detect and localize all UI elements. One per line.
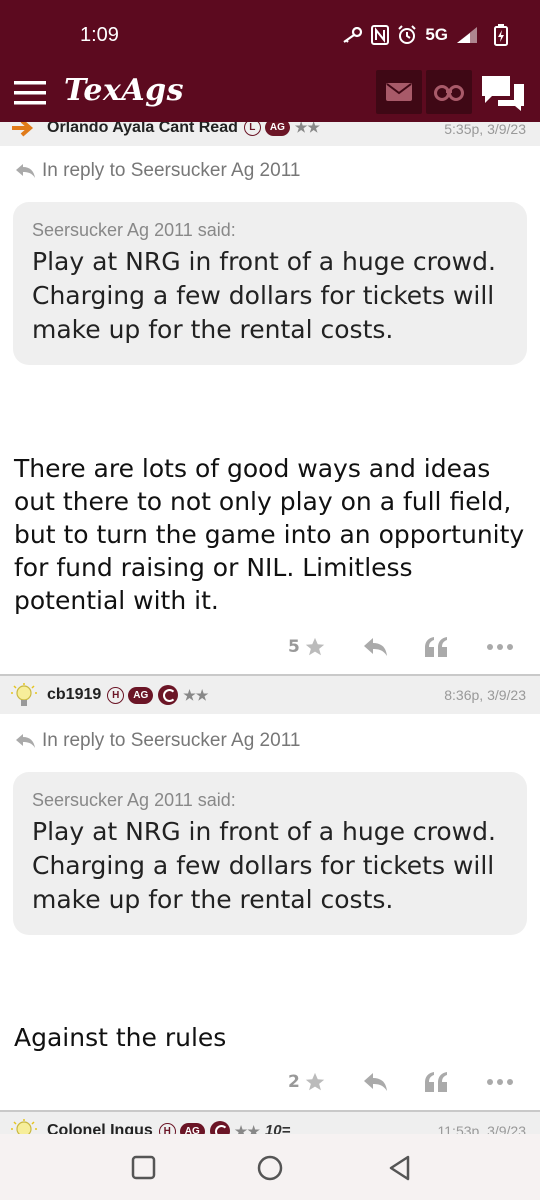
home-icon[interactable]: [256, 1154, 284, 1182]
lightbulb-icon: [11, 683, 37, 706]
reply-to-text[interactable]: In reply to Seersucker Ag 2011: [42, 730, 300, 752]
chat-bubbles-icon: [482, 76, 524, 111]
badge-ag: AG: [128, 686, 154, 704]
quote-block: Seersucker Ag 2011 said: Play at NRG in …: [13, 772, 527, 935]
reply-to-text[interactable]: In reply to Seersucker Ag 2011: [42, 160, 300, 182]
quote-block: Seersucker Ag 2011 said: Play at NRG in …: [13, 202, 527, 365]
quote-icon: [425, 1072, 447, 1092]
star-button[interactable]: [304, 632, 326, 662]
post-username-row[interactable]: cb1919 H AG ★★: [47, 685, 208, 705]
alarm-icon: [397, 25, 417, 45]
network-label: 5G: [425, 25, 448, 44]
recents-icon[interactable]: [130, 1154, 158, 1182]
post-body: Against the rules: [14, 1023, 227, 1052]
status-bar: 1:09 5G: [0, 0, 540, 66]
brand-logo[interactable]: TexAgs: [64, 73, 184, 108]
arrow-icon: [12, 122, 34, 137]
quote-button[interactable]: [424, 1067, 448, 1097]
watchlist-button[interactable]: [426, 70, 472, 114]
post-time: 11:53p, 3/9/23: [437, 1123, 526, 1134]
binoculars-icon: [434, 85, 464, 101]
post-time: 5:35p, 3/9/23: [444, 122, 526, 137]
hamburger-menu-icon[interactable]: [14, 78, 48, 108]
post-actions: 5: [0, 632, 540, 662]
post-username-row[interactable]: Orlando Ayala Cant Read L AG ★★: [47, 122, 320, 137]
more-button[interactable]: [486, 1067, 514, 1097]
quote-icon: [425, 637, 447, 657]
quote-author: Seersucker Ag 2011 said:: [32, 220, 236, 240]
chat-button[interactable]: [478, 70, 528, 116]
messages-button[interactable]: [376, 70, 422, 114]
status-time: 1:09: [80, 24, 119, 46]
reply-icon: [364, 1073, 387, 1091]
more-button[interactable]: [486, 632, 514, 662]
star-button[interactable]: [304, 1067, 326, 1097]
star-rating: ★★: [183, 686, 209, 703]
post-username-row[interactable]: Colonel Ingus H AG ★★ 10=: [47, 1121, 290, 1134]
lightbulb-icon: [11, 1119, 37, 1134]
quote-author: Seersucker Ag 2011 said:: [32, 790, 236, 810]
status-icons: 5G: [341, 22, 508, 48]
reply-button[interactable]: [362, 1067, 388, 1097]
signal-icon: [456, 26, 478, 44]
more-icon: [487, 1079, 513, 1085]
back-icon[interactable]: [386, 1154, 414, 1182]
reply-arrow-icon: [16, 734, 35, 748]
more-icon: [487, 644, 513, 650]
nfc-icon: [371, 25, 390, 45]
post-username[interactable]: Colonel Ingus: [47, 1122, 153, 1134]
post-username[interactable]: Orlando Ayala Cant Read: [47, 122, 238, 136]
post-header: Orlando Ayala Cant Read L AG ★★ 5:35p, 3/9/…: [0, 122, 540, 146]
system-nav-bar: [0, 1134, 540, 1200]
star-count: 2: [288, 1072, 300, 1092]
quote-text: Play at NRG in front of a huge crowd. Ch…: [32, 247, 496, 344]
post-username[interactable]: cb1919: [47, 686, 101, 703]
badge-ag: AG: [264, 122, 290, 137]
post-time: 8:36p, 3/9/23: [444, 687, 526, 703]
badge-ag: AG: [179, 1122, 205, 1134]
reply-to-link[interactable]: In reply to Seersucker Ag 2011: [14, 730, 300, 752]
badge-l: L: [243, 122, 261, 137]
star-rating: ★★: [294, 122, 320, 136]
reply-to-link[interactable]: In reply to Seersucker Ag 2011: [14, 160, 300, 182]
quote-button[interactable]: [424, 632, 448, 662]
post-header: cb1919 H AG ★★ 8:36p, 3/9/23: [0, 674, 540, 714]
team-logo-icon: [209, 1121, 230, 1134]
badge-h: H: [158, 1122, 176, 1134]
star-rating: ★★: [234, 1122, 260, 1135]
badge-h: H: [107, 686, 125, 704]
battery-icon: [494, 24, 508, 46]
quote-text: Play at NRG in front of a huge crowd. Ch…: [32, 817, 496, 914]
thread-content: Orlando Ayala Cant Read L AG ★★ 5:35p, 3/9/…: [0, 122, 540, 1134]
reply-icon: [364, 638, 387, 656]
ten-badge: 10=: [264, 1122, 291, 1134]
key-icon: [341, 27, 363, 43]
reply-button[interactable]: [362, 632, 388, 662]
post-body: There are lots of good ways and ideas ou…: [14, 454, 525, 615]
star-icon: [305, 1072, 325, 1091]
app-bar: TexAgs: [0, 66, 540, 122]
star-count: 5: [288, 637, 300, 657]
envelope-icon: [386, 83, 412, 101]
reply-arrow-icon: [16, 164, 35, 178]
team-logo-icon: [158, 685, 179, 705]
post-actions: 2: [0, 1067, 540, 1097]
post-header: Colonel Ingus H AG ★★ 10= 11:53p, 3/9/23: [0, 1110, 540, 1134]
star-icon: [305, 637, 325, 656]
